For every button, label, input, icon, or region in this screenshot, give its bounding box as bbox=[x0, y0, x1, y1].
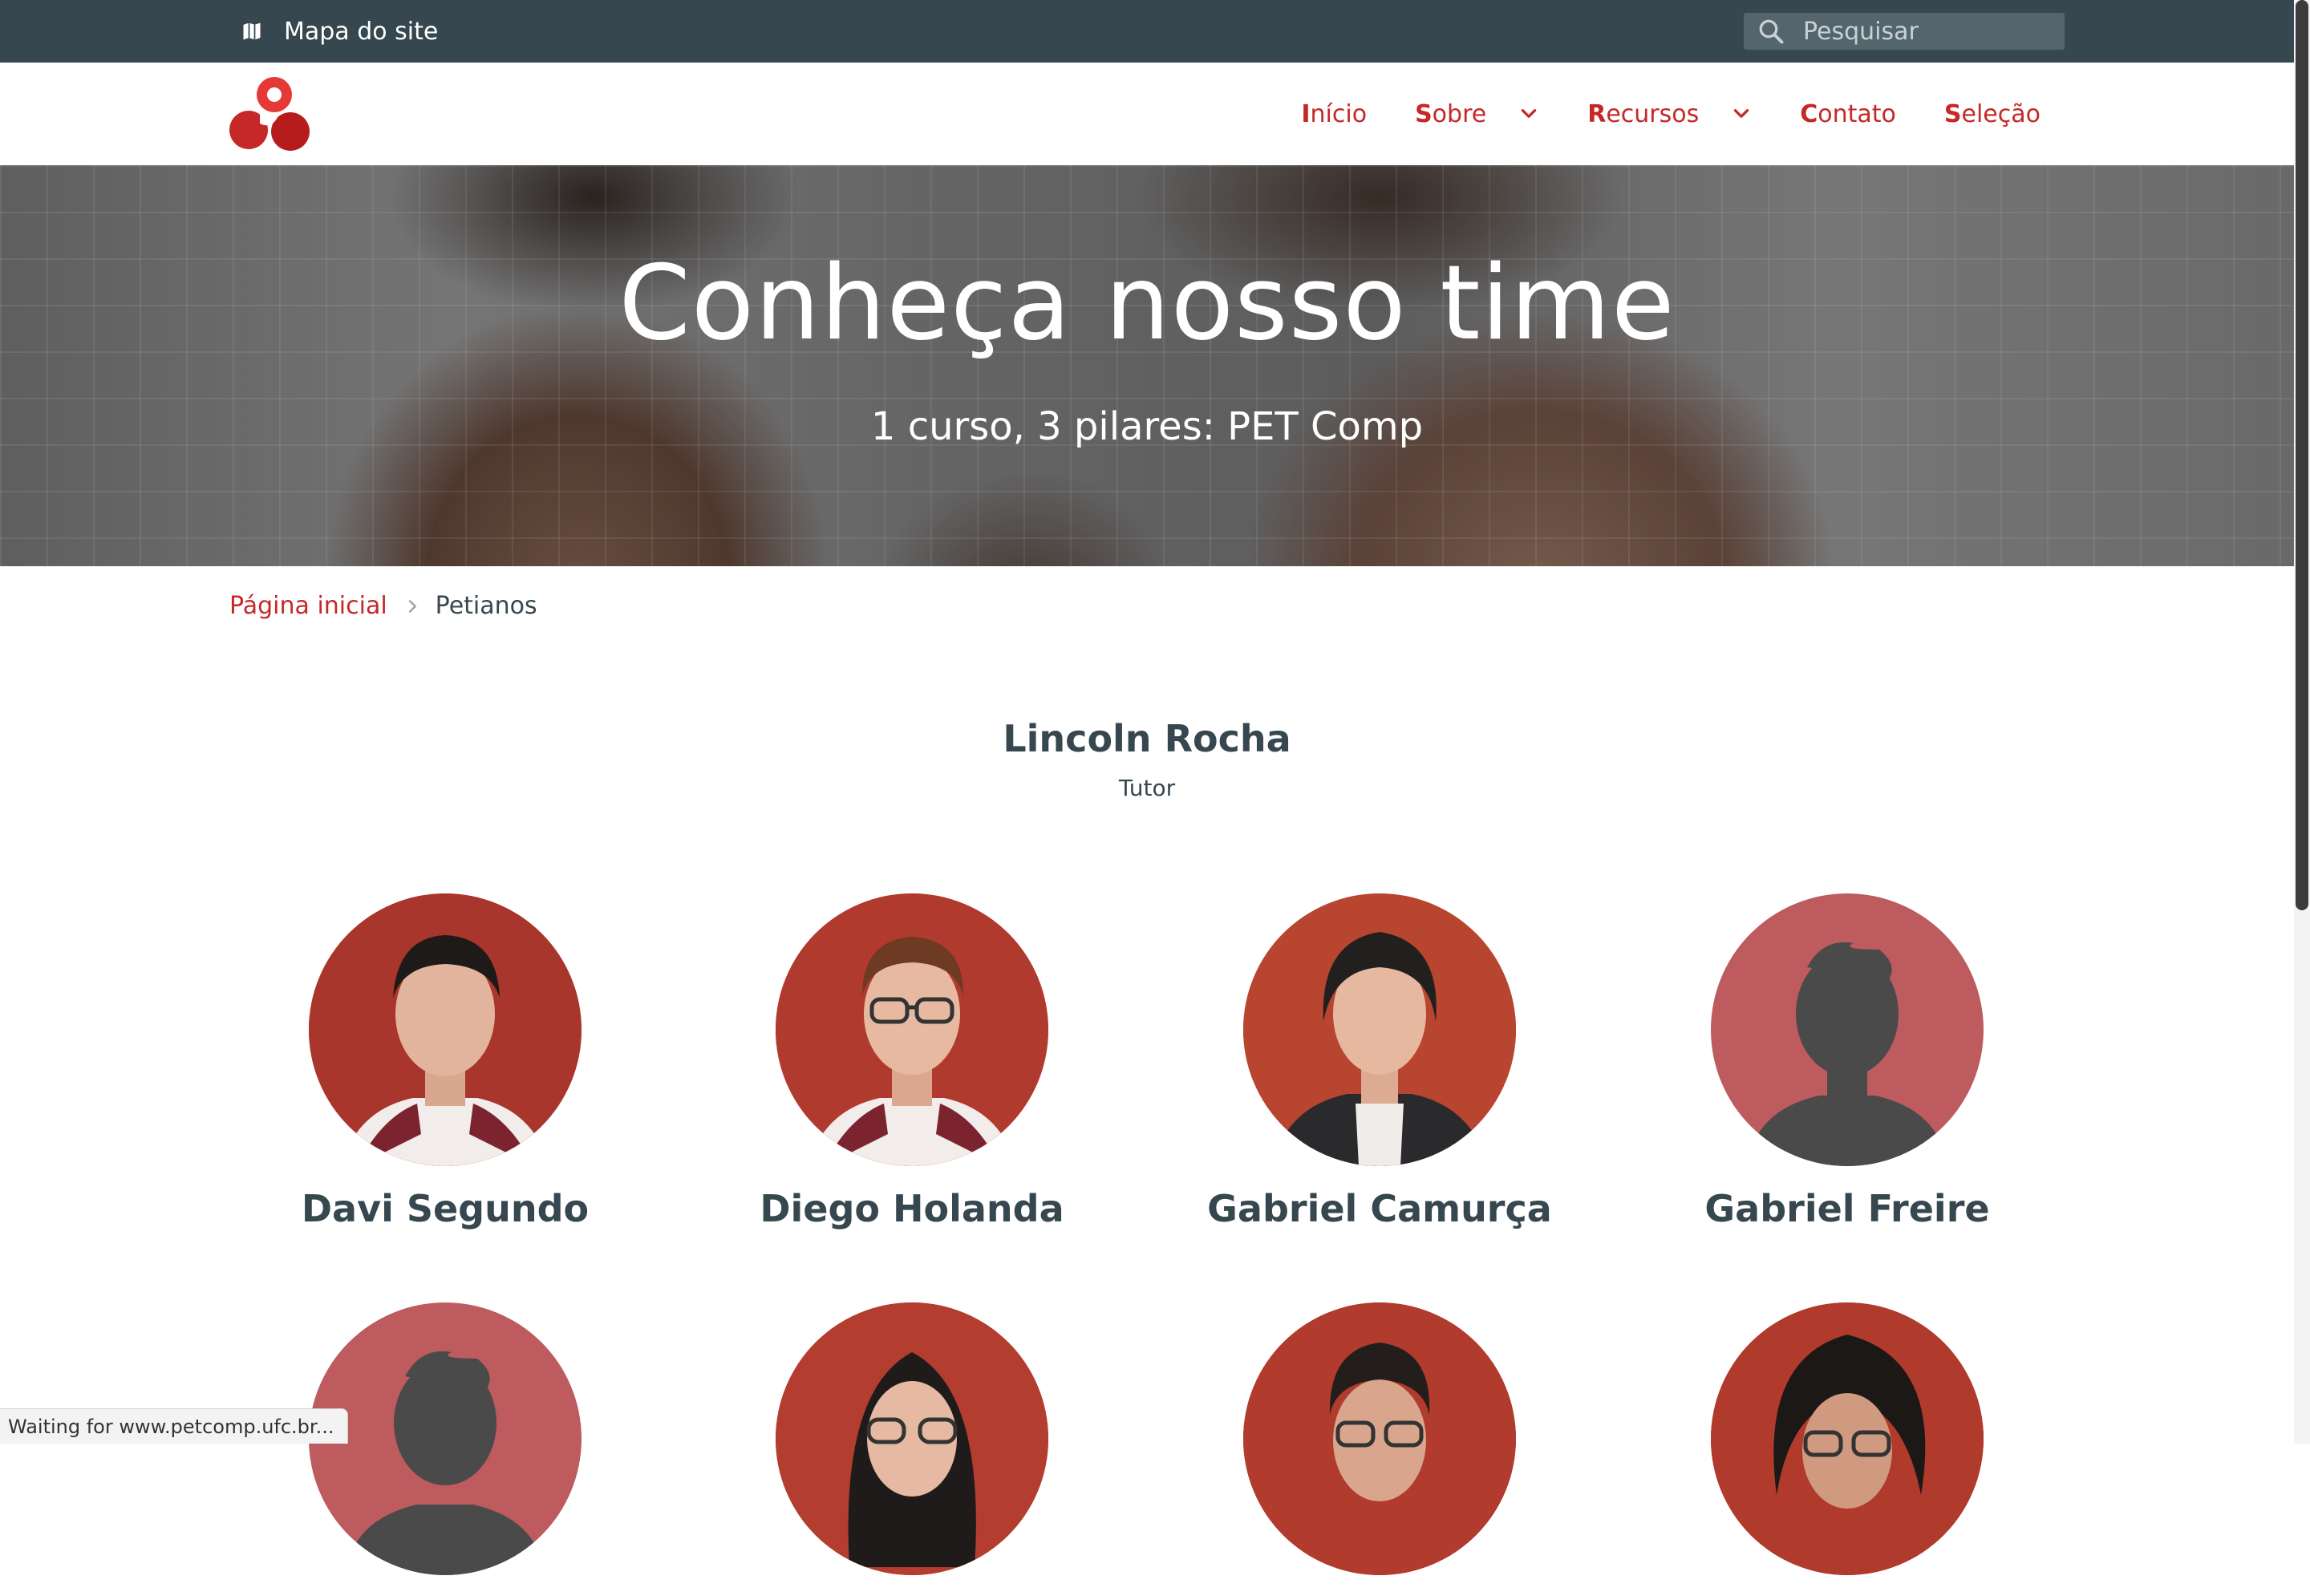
browser-status-bar: Waiting for www.petcomp.ufc.br... bbox=[0, 1408, 348, 1444]
breadcrumb-home-link[interactable]: Página inicial bbox=[229, 592, 387, 620]
tutor-card: Lincoln Rocha Tutor bbox=[0, 717, 2294, 801]
search-input[interactable] bbox=[1801, 16, 2045, 47]
hero-overlay bbox=[0, 165, 2294, 566]
nav-contato-initial: C bbox=[1800, 99, 1818, 128]
member-name: Davi Segundo bbox=[301, 1187, 590, 1230]
search-icon[interactable] bbox=[1757, 17, 1785, 46]
main-nav: Início Sobre Recursos Contato Seleção bbox=[1253, 63, 2040, 165]
nav-selecao-initial: S bbox=[1943, 99, 1962, 128]
nav-inicio-initial: I bbox=[1301, 99, 1311, 128]
top-utility-bar: Mapa do site bbox=[0, 0, 2294, 63]
petcomp-logo-icon[interactable] bbox=[228, 74, 311, 154]
member-card[interactable] bbox=[1171, 1302, 1588, 1596]
user-silhouette-icon bbox=[1747, 942, 1947, 1166]
person-photo-icon bbox=[1243, 893, 1516, 1166]
member-name: Gabriel Freire bbox=[1704, 1187, 1990, 1230]
scrollbar-track[interactable] bbox=[2294, 0, 2310, 1444]
breadcrumb-current: Petianos bbox=[435, 592, 537, 620]
member-photo bbox=[1243, 893, 1516, 1166]
member-name: Gabriel Camurça bbox=[1207, 1187, 1552, 1230]
member-card[interactable] bbox=[703, 1302, 1121, 1596]
member-name: Diego Holanda bbox=[760, 1187, 1064, 1230]
member-card[interactable]: Davi Segundo bbox=[237, 893, 654, 1230]
breadcrumb: Página inicial Petianos bbox=[229, 592, 537, 620]
nav-contato[interactable]: Contato bbox=[1800, 100, 1896, 128]
nav-recursos-initial: R bbox=[1587, 99, 1607, 128]
nav-sobre-initial: S bbox=[1415, 99, 1433, 128]
member-photo-placeholder bbox=[309, 1302, 582, 1575]
member-photo bbox=[1243, 1302, 1516, 1575]
map-icon bbox=[243, 22, 261, 40]
person-photo-icon bbox=[309, 893, 582, 1166]
tutor-name: Lincoln Rocha bbox=[1003, 717, 1291, 760]
tutor-role: Tutor bbox=[1118, 775, 1176, 801]
chevron-down-icon[interactable] bbox=[1731, 103, 1752, 124]
nav-contato-label: ontato bbox=[1818, 99, 1896, 128]
hero-banner: Conheça nosso time 1 curso, 3 pilares: P… bbox=[0, 165, 2294, 566]
sitemap-label: Mapa do site bbox=[284, 17, 439, 46]
member-photo bbox=[1711, 1302, 1984, 1575]
person-photo-icon bbox=[1243, 1302, 1516, 1575]
nav-selecao[interactable]: Seleção bbox=[1944, 100, 2040, 128]
hero-subtitle: 1 curso, 3 pilares: PET Comp bbox=[870, 404, 1424, 449]
nav-inicio-label: nício bbox=[1310, 99, 1368, 128]
nav-selecao-label: eleção bbox=[1961, 99, 2040, 128]
hero-title: Conheça nosso time bbox=[618, 244, 1676, 363]
chevron-down-icon[interactable] bbox=[1518, 103, 1539, 124]
nav-recursos-label: ecursos bbox=[1606, 99, 1700, 128]
member-card[interactable]: Diego Holanda bbox=[703, 893, 1121, 1230]
person-photo-icon bbox=[1711, 1302, 1984, 1575]
member-photo bbox=[776, 1302, 1048, 1575]
member-photo-placeholder bbox=[1711, 893, 1984, 1166]
member-photo bbox=[776, 893, 1048, 1166]
nav-sobre-label: obre bbox=[1432, 99, 1487, 128]
person-photo-icon bbox=[776, 1302, 1048, 1575]
member-card[interactable] bbox=[237, 1302, 654, 1596]
member-card[interactable]: Gabriel Freire bbox=[1639, 893, 2056, 1230]
member-card[interactable] bbox=[1639, 1302, 2056, 1596]
nav-sobre[interactable]: Sobre bbox=[1415, 100, 1539, 128]
member-photo bbox=[309, 893, 582, 1166]
nav-inicio[interactable]: Início bbox=[1301, 100, 1367, 128]
scrollbar-thumb[interactable] bbox=[2296, 0, 2308, 910]
main-header: Início Sobre Recursos Contato Seleção bbox=[0, 63, 2294, 167]
nav-recursos[interactable]: Recursos bbox=[1587, 100, 1752, 128]
user-silhouette-icon bbox=[345, 1351, 545, 1575]
sitemap-link[interactable]: Mapa do site bbox=[241, 0, 438, 63]
chevron-right-icon bbox=[408, 599, 416, 613]
person-photo-icon bbox=[776, 893, 1048, 1166]
member-card[interactable]: Gabriel Camurça bbox=[1171, 893, 1588, 1230]
search-box[interactable] bbox=[1744, 13, 2065, 50]
